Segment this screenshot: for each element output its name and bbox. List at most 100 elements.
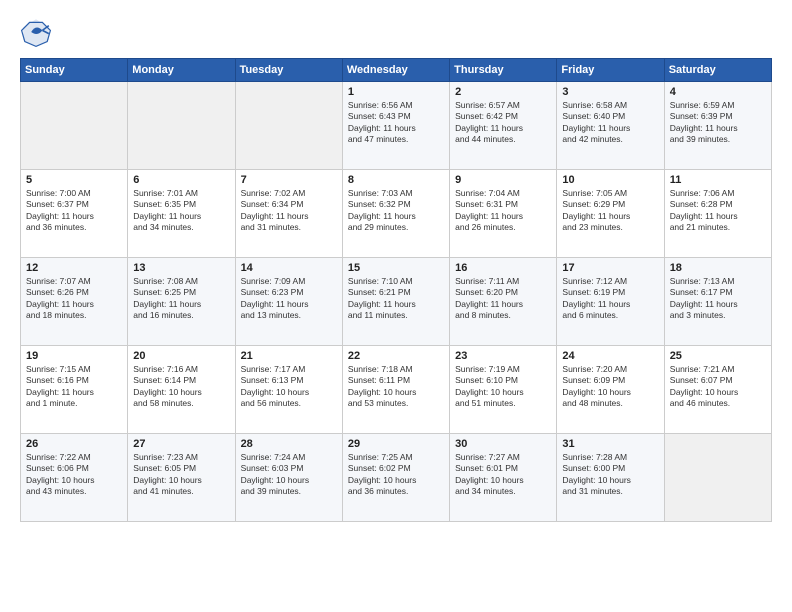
calendar-cell: 12Sunrise: 7:07 AM Sunset: 6:26 PM Dayli… (21, 258, 128, 346)
calendar-cell: 26 Sunrise: 7:22 AM Sunset: 6:06 PM Dayli… (21, 434, 128, 522)
day-number: 6 (133, 174, 229, 186)
day-number: 24 (562, 350, 658, 362)
header-friday: Friday (557, 59, 664, 82)
calendar-cell: 1 Sunrise: 6:56 AM Sunset: 6:43 PM Daylig… (342, 82, 449, 170)
day-number: 30 (455, 438, 551, 450)
day-number: 4 (670, 86, 766, 98)
day-info: Sunrise: 7:18 AM Sunset: 6:11 PM Dayligh… (348, 364, 444, 410)
day-number: 16 (455, 262, 551, 274)
day-number: 15 (348, 262, 444, 274)
day-info: Sunrise: 7:27 AM Sunset: 6:01 PM Dayligh… (455, 452, 551, 498)
calendar-cell: 15 Sunrise: 7:10 AM Sunset: 6:21 PM Dayli… (342, 258, 449, 346)
day-info: Sunrise: 7:08 AM Sunset: 6:25 PM Dayligh… (133, 276, 229, 322)
day-number: 13 (133, 262, 229, 274)
calendar-cell: 10Sunrise: 7:05 AM Sunset: 6:29 PM Dayli… (557, 170, 664, 258)
calendar-week-2: 5 Sunrise: 7:00 AM Sunset: 6:37 PM Daylig… (21, 170, 772, 258)
header-sunday: Sunday (21, 59, 128, 82)
day-info: Sunrise: 7:10 AM Sunset: 6:21 PM Dayligh… (348, 276, 444, 322)
day-info: Sunrise: 6:59 AM Sunset: 6:39 PM Dayligh… (670, 100, 766, 146)
day-number: 2 (455, 86, 551, 98)
day-number: 19 (26, 350, 122, 362)
calendar-cell (128, 82, 235, 170)
day-info: Sunrise: 6:57 AM Sunset: 6:42 PM Dayligh… (455, 100, 551, 146)
calendar-cell: 30 Sunrise: 7:27 AM Sunset: 6:01 PM Dayli… (450, 434, 557, 522)
day-info: Sunrise: 7:12 AM Sunset: 6:19 PM Dayligh… (562, 276, 658, 322)
calendar-cell: 8Sunrise: 7:03 AM Sunset: 6:32 PM Daylig… (342, 170, 449, 258)
calendar-table: Sunday Monday Tuesday Wednesday Thursday… (20, 58, 772, 522)
day-info: Sunrise: 7:28 AM Sunset: 6:00 PM Dayligh… (562, 452, 658, 498)
day-number: 20 (133, 350, 229, 362)
day-number: 1 (348, 86, 444, 98)
calendar-cell: 28 Sunrise: 7:24 AM Sunset: 6:03 PM Dayli… (235, 434, 342, 522)
calendar-cell (235, 82, 342, 170)
day-number: 29 (348, 438, 444, 450)
calendar-cell (664, 434, 771, 522)
header-saturday: Saturday (664, 59, 771, 82)
calendar-cell (21, 82, 128, 170)
day-info: Sunrise: 7:11 AM Sunset: 6:20 PM Dayligh… (455, 276, 551, 322)
calendar-cell: 11 Sunrise: 7:06 AM Sunset: 6:28 PM Dayli… (664, 170, 771, 258)
calendar-week-5: 26 Sunrise: 7:22 AM Sunset: 6:06 PM Dayli… (21, 434, 772, 522)
calendar-cell: 29 Sunrise: 7:25 AM Sunset: 6:02 PM Dayli… (342, 434, 449, 522)
day-number: 11 (670, 174, 766, 186)
calendar-body: 1 Sunrise: 6:56 AM Sunset: 6:43 PM Daylig… (21, 82, 772, 522)
page: Sunday Monday Tuesday Wednesday Thursday… (0, 0, 792, 612)
day-number: 14 (241, 262, 337, 274)
day-info: Sunrise: 7:25 AM Sunset: 6:02 PM Dayligh… (348, 452, 444, 498)
calendar-cell: 6 Sunrise: 7:01 AM Sunset: 6:35 PM Daylig… (128, 170, 235, 258)
calendar-cell: 31 Sunrise: 7:28 AM Sunset: 6:00 PM Dayli… (557, 434, 664, 522)
header-wednesday: Wednesday (342, 59, 449, 82)
calendar-cell: 20 Sunrise: 7:16 AM Sunset: 6:14 PM Dayli… (128, 346, 235, 434)
day-info: Sunrise: 6:56 AM Sunset: 6:43 PM Dayligh… (348, 100, 444, 146)
day-number: 22 (348, 350, 444, 362)
day-info: Sunrise: 7:23 AM Sunset: 6:05 PM Dayligh… (133, 452, 229, 498)
header-row: Sunday Monday Tuesday Wednesday Thursday… (21, 59, 772, 82)
calendar-cell: 17 Sunrise: 7:12 AM Sunset: 6:19 PM Dayli… (557, 258, 664, 346)
logo-icon (20, 16, 52, 48)
day-info: Sunrise: 7:17 AM Sunset: 6:13 PM Dayligh… (241, 364, 337, 410)
day-number: 17 (562, 262, 658, 274)
day-info: Sunrise: 7:22 AM Sunset: 6:06 PM Dayligh… (26, 452, 122, 498)
calendar-cell: 7Sunrise: 7:02 AM Sunset: 6:34 PM Daylig… (235, 170, 342, 258)
day-info: Sunrise: 7:04 AM Sunset: 6:31 PM Dayligh… (455, 188, 551, 234)
day-number: 10 (562, 174, 658, 186)
calendar-cell: 19Sunrise: 7:15 AM Sunset: 6:16 PM Dayli… (21, 346, 128, 434)
day-info: Sunrise: 7:24 AM Sunset: 6:03 PM Dayligh… (241, 452, 337, 498)
day-number: 27 (133, 438, 229, 450)
calendar-week-4: 19Sunrise: 7:15 AM Sunset: 6:16 PM Dayli… (21, 346, 772, 434)
calendar-cell: 24 Sunrise: 7:20 AM Sunset: 6:09 PM Dayli… (557, 346, 664, 434)
calendar-cell: 18Sunrise: 7:13 AM Sunset: 6:17 PM Dayli… (664, 258, 771, 346)
day-number: 3 (562, 86, 658, 98)
day-number: 28 (241, 438, 337, 450)
calendar-cell: 4 Sunrise: 6:59 AM Sunset: 6:39 PM Daylig… (664, 82, 771, 170)
calendar-cell: 2 Sunrise: 6:57 AM Sunset: 6:42 PM Daylig… (450, 82, 557, 170)
day-number: 5 (26, 174, 122, 186)
day-info: Sunrise: 7:21 AM Sunset: 6:07 PM Dayligh… (670, 364, 766, 410)
day-info: Sunrise: 7:06 AM Sunset: 6:28 PM Dayligh… (670, 188, 766, 234)
day-number: 31 (562, 438, 658, 450)
day-number: 21 (241, 350, 337, 362)
day-info: Sunrise: 7:13 AM Sunset: 6:17 PM Dayligh… (670, 276, 766, 322)
day-info: Sunrise: 7:19 AM Sunset: 6:10 PM Dayligh… (455, 364, 551, 410)
calendar-cell: 22 Sunrise: 7:18 AM Sunset: 6:11 PM Dayli… (342, 346, 449, 434)
day-info: Sunrise: 7:16 AM Sunset: 6:14 PM Dayligh… (133, 364, 229, 410)
day-info: Sunrise: 7:01 AM Sunset: 6:35 PM Dayligh… (133, 188, 229, 234)
day-info: Sunrise: 7:03 AM Sunset: 6:32 PM Dayligh… (348, 188, 444, 234)
calendar-cell: 16 Sunrise: 7:11 AM Sunset: 6:20 PM Dayli… (450, 258, 557, 346)
calendar-header: Sunday Monday Tuesday Wednesday Thursday… (21, 59, 772, 82)
day-number: 23 (455, 350, 551, 362)
day-info: Sunrise: 6:58 AM Sunset: 6:40 PM Dayligh… (562, 100, 658, 146)
day-info: Sunrise: 7:09 AM Sunset: 6:23 PM Dayligh… (241, 276, 337, 322)
day-info: Sunrise: 7:00 AM Sunset: 6:37 PM Dayligh… (26, 188, 122, 234)
day-number: 25 (670, 350, 766, 362)
logo (20, 16, 56, 48)
calendar-week-1: 1 Sunrise: 6:56 AM Sunset: 6:43 PM Daylig… (21, 82, 772, 170)
calendar-cell: 3 Sunrise: 6:58 AM Sunset: 6:40 PM Daylig… (557, 82, 664, 170)
calendar-cell: 13 Sunrise: 7:08 AM Sunset: 6:25 PM Dayli… (128, 258, 235, 346)
day-info: Sunrise: 7:20 AM Sunset: 6:09 PM Dayligh… (562, 364, 658, 410)
day-info: Sunrise: 7:02 AM Sunset: 6:34 PM Dayligh… (241, 188, 337, 234)
day-number: 26 (26, 438, 122, 450)
header-monday: Monday (128, 59, 235, 82)
calendar-cell: 25 Sunrise: 7:21 AM Sunset: 6:07 PM Dayli… (664, 346, 771, 434)
calendar-cell: 23 Sunrise: 7:19 AM Sunset: 6:10 PM Dayli… (450, 346, 557, 434)
